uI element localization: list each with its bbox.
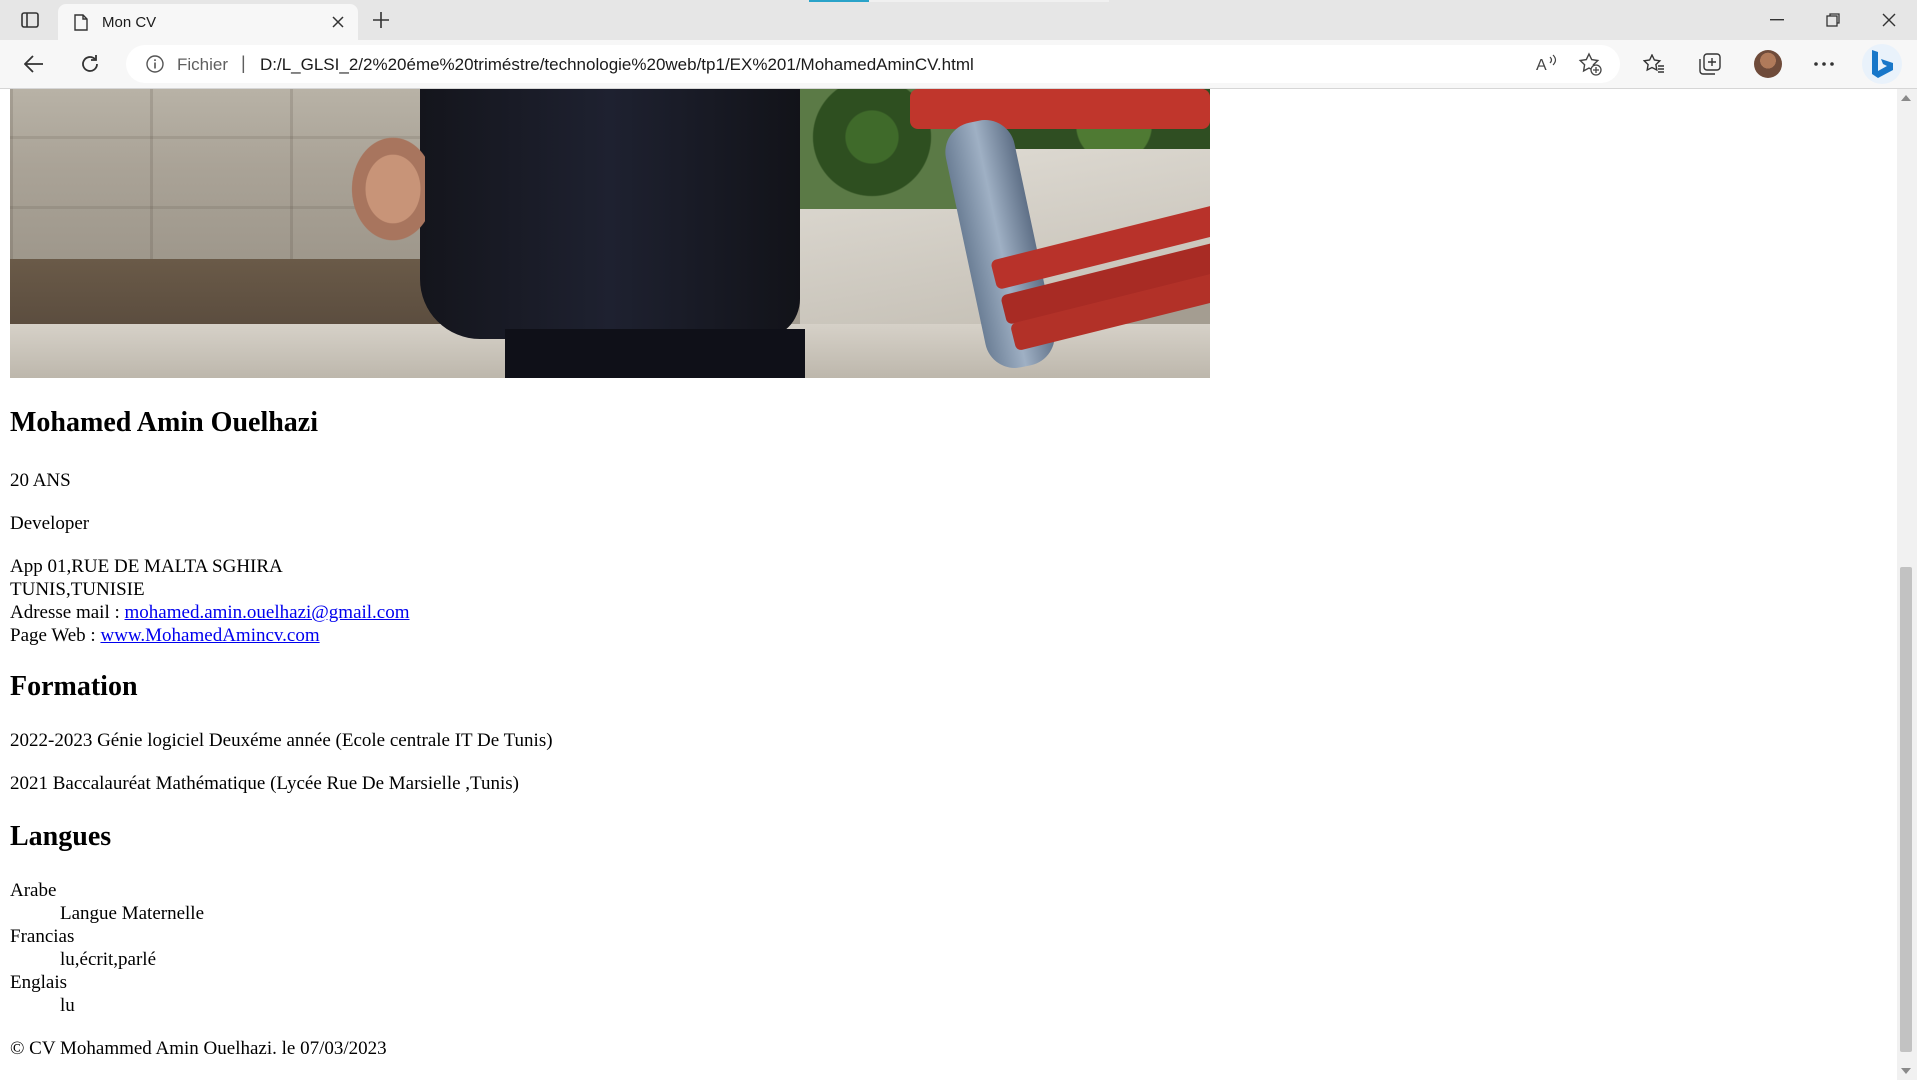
address-url[interactable]: D:/L_GLSI_2/2%20éme%20triméstre/technolo… (260, 55, 974, 75)
scrollbar-thumb[interactable] (1900, 567, 1912, 1052)
formation-item: 2021 Baccalauréat Mathématique (Lycée Ru… (10, 773, 519, 794)
langue-desc: Langue Maternelle (60, 903, 205, 924)
bing-icon[interactable] (1862, 44, 1902, 84)
cv-email-label: Adresse mail : (10, 602, 125, 623)
svg-text:A: A (1536, 57, 1547, 74)
cv-address-line1: App 01,RUE DE MALTA SGHIRA (10, 556, 283, 577)
address-scheme-label: Fichier (177, 55, 229, 74)
page-icon (72, 13, 90, 31)
cv-email-link[interactable]: mohamed.amin.ouelhazi@gmail.com (125, 602, 410, 623)
info-icon[interactable] (146, 55, 164, 73)
add-favorite-icon[interactable] (1578, 52, 1602, 76)
cv-job: Developer (10, 513, 90, 534)
avatar (1754, 50, 1782, 78)
cv-email-row: Adresse mail : mohamed.amin.ouelhazi@gma… (10, 602, 410, 624)
profile-avatar[interactable] (1750, 48, 1786, 80)
navigation-bar: Fichier | D:/L_GLSI_2/2%20éme%20triméstr… (0, 40, 1917, 89)
tab-bar: Mon CV (0, 0, 1917, 40)
cv-address-line2: TUNIS,TUNISIE (10, 579, 145, 600)
langue-term: Francias (10, 926, 75, 947)
cv-web-row: Page Web : www.MohamedAmincv.com (10, 625, 320, 647)
cv-name-heading: Mohamed Amin Ouelhazi (10, 407, 319, 438)
read-aloud-icon[interactable]: A (1536, 53, 1560, 75)
reload-icon[interactable] (72, 48, 108, 80)
tab-strip-highlight (869, 0, 1109, 2)
scroll-down-icon[interactable] (1901, 1068, 1911, 1074)
plus-icon[interactable] (366, 6, 396, 34)
cv-web-label: Page Web : (10, 625, 101, 646)
collections-icon[interactable] (1692, 48, 1728, 80)
formation-item: 2022-2023 Génie logiciel Deuxéme année (… (10, 730, 553, 751)
scroll-up-icon[interactable] (1901, 95, 1911, 101)
close-icon[interactable] (324, 8, 352, 36)
page-scrollbar[interactable] (1897, 89, 1917, 1080)
favorites-icon[interactable] (1636, 48, 1672, 80)
profile-photo (10, 89, 1210, 378)
langues-heading: Langues (10, 821, 112, 852)
tab-strip-accent (809, 0, 869, 2)
tab-title: Mon CV (102, 13, 157, 31)
minimize-icon[interactable] (1749, 0, 1805, 40)
cv-age: 20 ANS (10, 470, 71, 491)
langue-desc: lu (60, 995, 75, 1016)
page-viewport: Mohamed Amin Ouelhazi 20 ANS Developer A… (0, 89, 1897, 1080)
cv-web-link[interactable]: www.MohamedAmincv.com (100, 625, 319, 646)
tab-actions-icon[interactable] (14, 8, 46, 32)
restore-icon[interactable] (1805, 0, 1861, 40)
more-icon[interactable] (1806, 48, 1842, 80)
browser-tab-active[interactable]: Mon CV (58, 4, 358, 40)
cv-footer: © CV Mohammed Amin Ouelhazi. le 07/03/20… (10, 1038, 387, 1059)
langue-term: Arabe (10, 880, 57, 901)
address-bar[interactable]: Fichier | D:/L_GLSI_2/2%20éme%20triméstr… (126, 45, 1620, 83)
window-close-icon[interactable] (1861, 0, 1917, 40)
formation-heading: Formation (10, 671, 138, 702)
langue-term: Englais (10, 972, 67, 993)
back-arrow-icon[interactable] (16, 48, 52, 80)
langue-desc: lu,écrit,parlé (60, 949, 157, 970)
address-separator: | (241, 53, 246, 73)
